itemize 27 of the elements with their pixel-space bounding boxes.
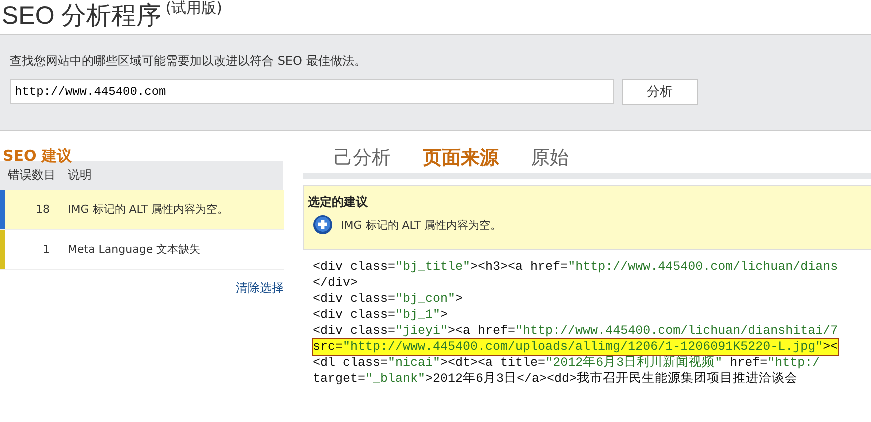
error-count: 1: [42, 243, 51, 256]
error-count: 18: [35, 203, 51, 216]
code-line: <div class="jieyi"><a href="http://www.445400.com/lichuan/dianshitai/7: [313, 323, 838, 339]
url-field[interactable]: http://www.445400.com: [10, 79, 614, 104]
suggestion-row[interactable]: 1 Meta Language 文本缺失: [0, 230, 284, 270]
column-header: 错误数目: [7, 167, 57, 184]
column-header: 说明: [68, 167, 92, 184]
code-line: <dl class="nicai"><dt><a title="2012年6月3日利川新闻视频" href="http:/: [313, 355, 820, 371]
tab[interactable]: 页面来源: [423, 145, 499, 173]
edition-label: (试用版): [166, 0, 222, 16]
analyze-button[interactable]: 分析: [622, 79, 698, 105]
clear-selection-link[interactable]: 清除选择: [236, 280, 284, 297]
code-line: </div>: [313, 275, 358, 291]
suggestion-text: IMG 标记的 ALT 属性内容为空。: [341, 218, 502, 232]
tab[interactable]: 己分析: [334, 145, 391, 173]
tab[interactable]: 原始: [531, 145, 569, 173]
suggestion-row[interactable]: 18 IMG 标记的 ALT 属性内容为空。: [0, 190, 284, 230]
code-line: <div class="bj_title"><h3><a href="http://www.445400.com/lichuan/dians: [313, 259, 838, 275]
description-text: 查找您网站中的哪些区域可能需要加以改进以符合 SEO 最佳做法。: [10, 53, 368, 70]
code-line: <div class="bj_1">: [313, 307, 448, 323]
suggestion-text: Meta Language 文本缺失: [68, 242, 201, 257]
suggestion-text: IMG 标记的 ALT 属性内容为空。: [68, 202, 229, 217]
panel-title: 选定的建议: [308, 194, 369, 211]
plus-icon[interactable]: [313, 215, 333, 235]
app-title: SEO 分析程序: [2, 1, 162, 32]
code-line: target="_blank">2012年6月3日</a><dd>我市召开民生能源集团项目推进洽谈会: [313, 371, 798, 387]
code-line: <div class="bj_con">: [313, 291, 464, 307]
